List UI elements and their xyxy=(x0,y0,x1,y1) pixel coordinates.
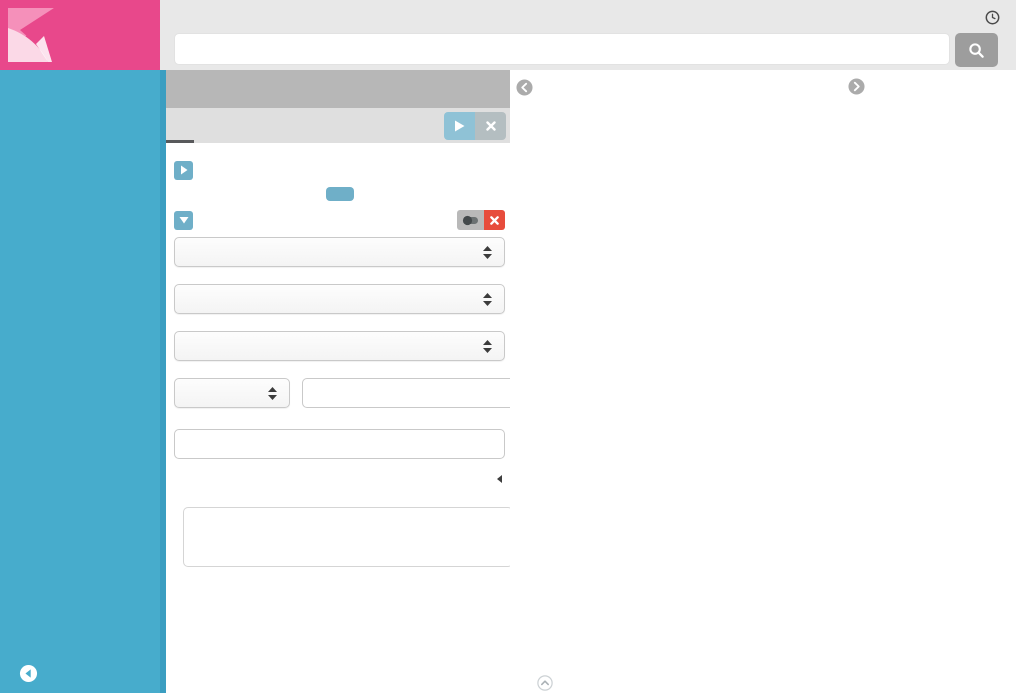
aggregation-select[interactable] xyxy=(174,237,505,267)
tab-options[interactable] xyxy=(194,108,222,143)
editor-actions xyxy=(444,112,506,140)
select-caret-icon xyxy=(483,340,492,353)
time-picker[interactable] xyxy=(985,10,1006,25)
sidebar-collapse-button[interactable] xyxy=(0,653,160,693)
chart-legend xyxy=(848,78,890,95)
remove-xaxis-button[interactable] xyxy=(484,210,505,230)
chevron-down-icon xyxy=(179,216,189,224)
select-caret-icon xyxy=(483,293,492,306)
apply-changes-button[interactable] xyxy=(444,112,475,140)
toggle-xaxis-button[interactable] xyxy=(457,210,484,230)
editor-form xyxy=(166,143,510,567)
toolbar-menu xyxy=(985,0,1006,34)
legend-expand-icon[interactable] xyxy=(848,78,865,95)
size-input[interactable] xyxy=(315,385,514,402)
query-input[interactable] xyxy=(174,33,950,65)
kibana-app xyxy=(0,0,1016,693)
kibana-logo-icon xyxy=(8,8,60,62)
close-icon xyxy=(490,216,499,225)
kibana-logo-block[interactable] xyxy=(0,0,160,70)
chevron-right-icon xyxy=(180,165,188,175)
triangle-left-icon xyxy=(497,475,502,483)
field-select[interactable] xyxy=(174,284,505,314)
metric-yaxis-row[interactable] xyxy=(174,159,505,181)
toggle-icon xyxy=(462,215,480,226)
expand-yaxis-button[interactable] xyxy=(174,161,193,180)
index-pattern-header xyxy=(166,70,510,108)
search-bar xyxy=(174,33,998,67)
order-by-select[interactable] xyxy=(174,331,505,361)
order-select[interactable] xyxy=(174,378,290,408)
clock-icon xyxy=(985,10,1000,25)
legend-series-dot xyxy=(872,81,883,92)
select-caret-icon xyxy=(483,246,492,259)
search-icon xyxy=(968,42,985,59)
bucket-xaxis-row[interactable] xyxy=(174,209,505,231)
top-navbar xyxy=(160,0,1016,70)
vis-editor-panel xyxy=(160,70,510,693)
close-icon xyxy=(486,121,496,131)
collapse-panel-left-icon[interactable] xyxy=(516,79,533,101)
buckets-type-box xyxy=(183,507,513,567)
add-metrics-button[interactable] xyxy=(326,187,354,201)
search-button[interactable] xyxy=(955,33,998,67)
select-caret-icon xyxy=(268,387,277,400)
advanced-toggle[interactable] xyxy=(174,475,505,483)
size-field xyxy=(302,378,534,408)
global-nav-sidebar xyxy=(0,70,160,693)
discard-changes-button[interactable] xyxy=(475,112,506,140)
tab-data[interactable] xyxy=(166,108,194,143)
circle-arrow-left-icon xyxy=(19,664,38,683)
play-icon xyxy=(454,120,465,132)
bar-chart-visualization xyxy=(510,70,1016,693)
custom-label-input[interactable] xyxy=(174,429,505,459)
editor-tab-bar xyxy=(166,108,510,143)
spy-panel-toggle-icon[interactable] xyxy=(537,675,553,693)
collapse-xaxis-button[interactable] xyxy=(174,211,193,230)
